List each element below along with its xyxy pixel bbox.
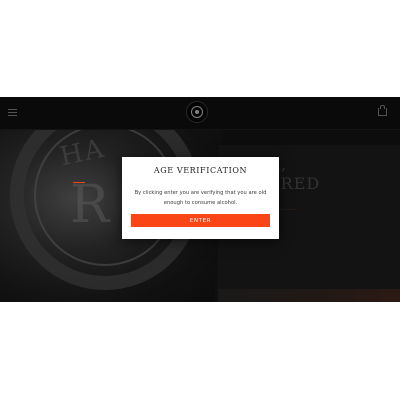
dialog-title: AGE VERIFICATION — [153, 166, 248, 175]
dialog-title-underline — [73, 182, 85, 183]
age-verification-dialog: AGE VERIFICATION By clicking enter you a… — [122, 157, 279, 239]
enter-button[interactable]: ENTER — [131, 214, 270, 227]
dialog-message: By clicking enter you are verifying that… — [134, 190, 267, 206]
